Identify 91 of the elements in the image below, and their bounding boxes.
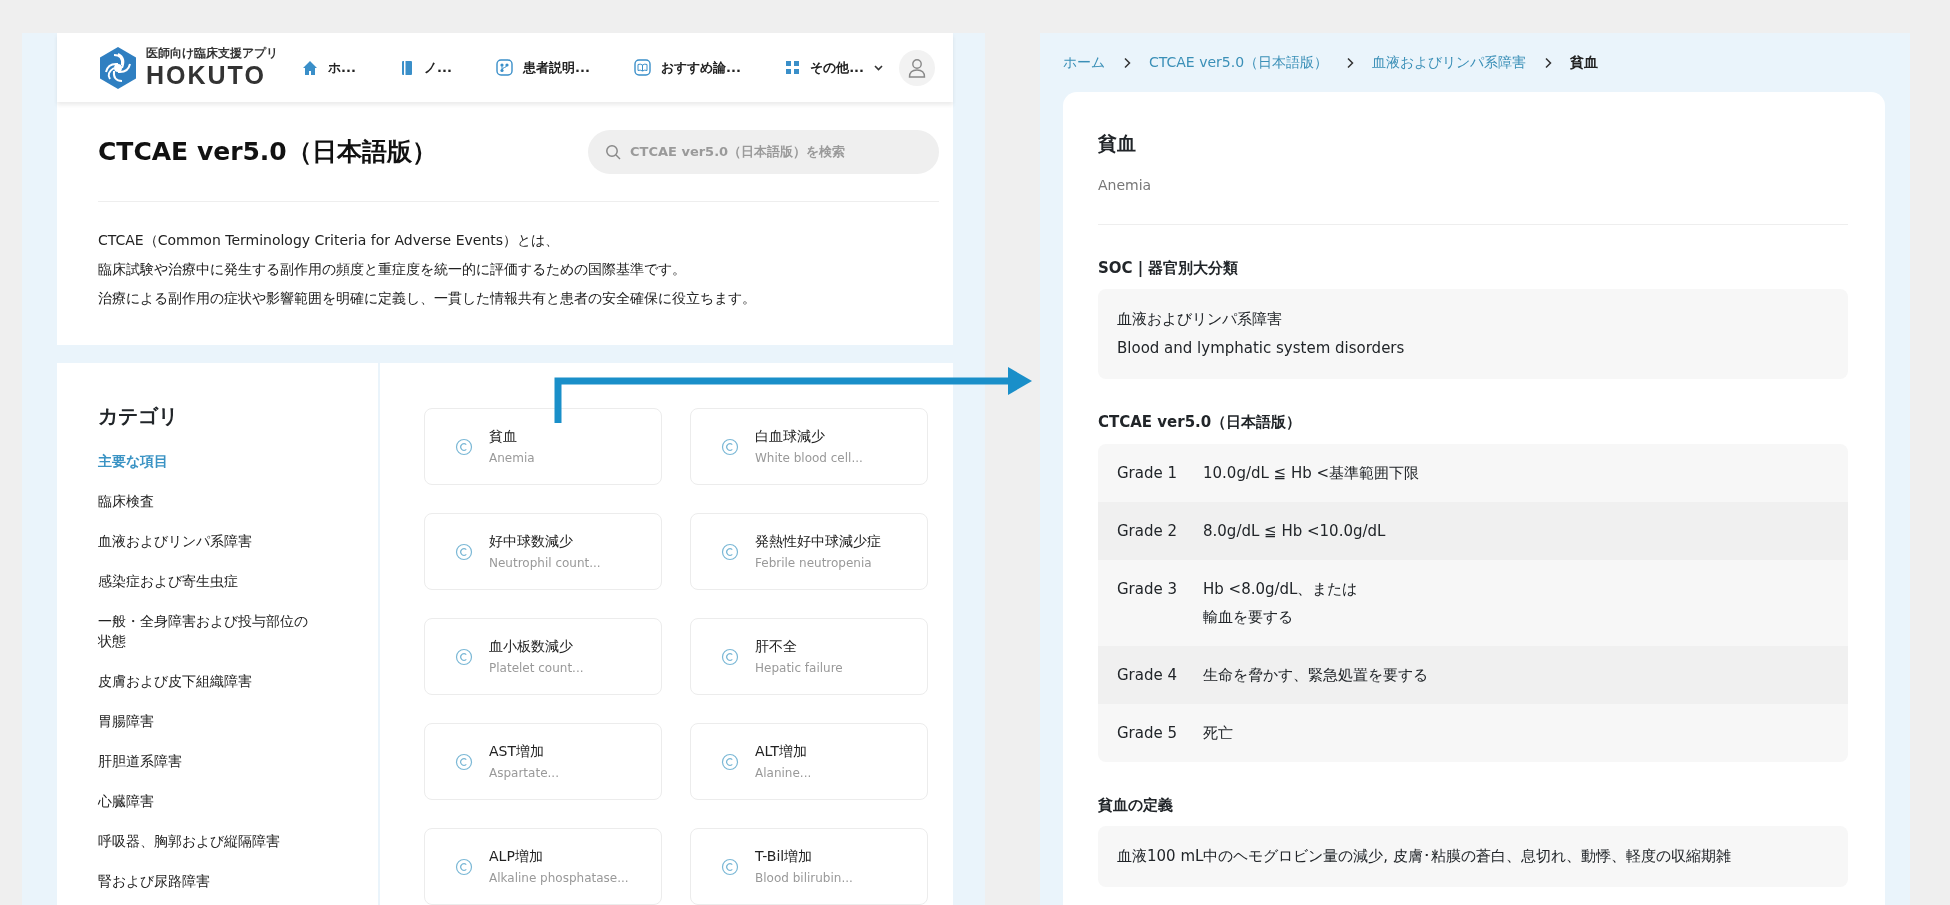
term-card[interactable]: 発熱性好中球減少症 Febrile neutropenia bbox=[690, 513, 928, 590]
grade-label: Grade 5 bbox=[1117, 722, 1179, 744]
category-item[interactable]: 感染症および寄生虫症 bbox=[98, 561, 310, 601]
circle-c-icon bbox=[455, 542, 473, 561]
card-title: 貧血 bbox=[489, 427, 518, 446]
circle-c-icon bbox=[455, 752, 473, 771]
term-card[interactable]: AST増加 Aspartate... bbox=[424, 723, 662, 800]
search-field[interactable]: CTCAE ver5.0（日本語版）を検索 bbox=[588, 129, 939, 174]
nav-link[interactable]: その他... bbox=[785, 57, 883, 78]
circle-c-icon bbox=[455, 437, 473, 456]
circle-c-icon bbox=[721, 437, 739, 456]
term-card[interactable]: T-Bil増加 Blood bilirubin... bbox=[690, 828, 928, 905]
category-item[interactable]: 皮膚および皮下組織障害 bbox=[98, 661, 310, 701]
circle-c-icon bbox=[721, 857, 739, 876]
grade-label: Grade 4 bbox=[1117, 664, 1179, 686]
term-card[interactable]: ALT増加 Alanine... bbox=[690, 723, 928, 800]
category-item[interactable]: 心臓障害 bbox=[98, 781, 310, 821]
chevron-down-icon bbox=[873, 64, 883, 71]
open-book-icon bbox=[634, 59, 652, 76]
card-subtitle: Hepatic failure bbox=[755, 660, 843, 677]
term-card[interactable]: ALP増加 Alkaline phosphatase... bbox=[424, 828, 662, 905]
term-card[interactable]: 白血球減少 White blood cell... bbox=[690, 408, 928, 485]
logo-wordmark: HOKUTO bbox=[146, 63, 267, 88]
category-item[interactable]: 胃腸障害 bbox=[98, 701, 310, 741]
card-subtitle: Blood bilirubin... bbox=[755, 870, 853, 887]
flow-icon bbox=[496, 59, 514, 76]
grade-criteria: 10.0g/dL ≦ Hb <基準範囲下限 bbox=[1203, 462, 1420, 484]
circle-c-icon bbox=[455, 857, 473, 876]
page-title: CTCAE ver5.0（日本語版） bbox=[98, 136, 437, 167]
card-title: 白血球減少 bbox=[755, 427, 826, 446]
breadcrumb-current: 貧血 bbox=[1570, 53, 1599, 72]
nav-link[interactable]: 患者説明... bbox=[496, 57, 590, 78]
circle-c-icon bbox=[721, 542, 739, 561]
category-item[interactable]: 血液およびリンパ系障害 bbox=[98, 521, 310, 561]
soc-box: 血液およびリンパ系障害 Blood and lymphatic system disorders bbox=[1098, 289, 1848, 380]
category-item[interactable]: 肝胆道系障害 bbox=[98, 741, 310, 781]
term-card[interactable]: 貧血 Anemia bbox=[424, 408, 662, 485]
card-subtitle: Febrile neutropenia bbox=[755, 555, 873, 572]
user-icon bbox=[908, 57, 926, 78]
account-button[interactable] bbox=[899, 49, 935, 86]
logo-icon bbox=[98, 45, 138, 90]
term-card[interactable]: 血小板数減少 Platelet count... bbox=[424, 618, 662, 695]
card-title: T-Bil増加 bbox=[755, 847, 814, 866]
section-heading: 貧血の定義 bbox=[1098, 794, 1174, 816]
grade-criteria: Hb <8.0g/dL、または 輸血を要する bbox=[1203, 578, 1358, 628]
category-item[interactable]: 一般・全身障害および投与部位の状態 bbox=[98, 601, 310, 661]
card-subtitle: White blood cell... bbox=[755, 450, 863, 467]
circle-c-icon bbox=[721, 752, 739, 771]
card-subtitle: Aspartate... bbox=[489, 765, 559, 782]
category-item[interactable]: 臨床検査 bbox=[98, 481, 310, 521]
sidebar-title: カテゴリ bbox=[98, 403, 179, 430]
card-title: 好中球数減少 bbox=[489, 532, 574, 551]
grade-label: Grade 3 bbox=[1117, 578, 1179, 600]
grade-label: Grade 1 bbox=[1117, 462, 1179, 484]
card-title: ALP増加 bbox=[489, 847, 544, 866]
nav-link[interactable]: ノ... bbox=[400, 57, 452, 78]
circle-c-icon bbox=[455, 647, 473, 666]
grade-criteria: 8.0g/dL ≦ Hb <10.0g/dL bbox=[1203, 520, 1386, 542]
section-heading: CTCAE ver5.0（日本語版） bbox=[1098, 412, 1303, 434]
chevron-right-icon bbox=[1123, 56, 1131, 69]
grade-label: Grade 2 bbox=[1117, 520, 1179, 542]
section-heading: SOC | 器官別大分類 bbox=[1098, 257, 1240, 279]
card-title: 血小板数減少 bbox=[489, 637, 574, 656]
book-icon bbox=[400, 59, 415, 76]
term-card[interactable]: 肝不全 Hepatic failure bbox=[690, 618, 928, 695]
card-title: ALT増加 bbox=[755, 742, 808, 761]
circle-c-icon bbox=[721, 647, 739, 666]
card-subtitle: Anemia bbox=[489, 450, 535, 467]
card-title: AST増加 bbox=[489, 742, 545, 761]
detail-subtitle: Anemia bbox=[1098, 174, 1848, 225]
home-icon bbox=[302, 59, 318, 76]
definition-text: 血液100 mL中のヘモグロビン量の減少, 皮膚･粘膜の蒼白、息切れ、動悸、軽度の収縮期雑 bbox=[1098, 826, 1848, 888]
logo-tagline: 医師向け臨床支援アプリ bbox=[146, 47, 278, 59]
nav-link[interactable]: ホ... bbox=[302, 57, 356, 78]
category-item[interactable]: 呼吸器、胸郭および縦隔障害 bbox=[98, 821, 310, 861]
category-item[interactable]: 腎および尿路障害 bbox=[98, 861, 310, 901]
description-text: CTCAE（Common Terminology Criteria for Adverse Events）とは、 臨床試験や治療中に発生する副作用の頻度と重症度を統一的に評価するための国際基準です。 治療による副作用の症状や影響範囲を明確に定義し、一貫した情報共有と患者の安全確保に役立ちます。 bbox=[98, 231, 757, 308]
card-subtitle: Alkaline phosphatase... bbox=[489, 870, 629, 887]
card-title: 肝不全 bbox=[755, 637, 798, 656]
card-title: 発熱性好中球減少症 bbox=[755, 532, 881, 551]
nav-link[interactable]: おすすめ論... bbox=[634, 57, 741, 78]
card-subtitle: Platelet count... bbox=[489, 660, 584, 677]
grade-criteria: 死亡 bbox=[1203, 722, 1233, 744]
chevron-right-icon bbox=[1544, 56, 1553, 69]
grade-criteria: 生命を脅かす、緊急処置を要する bbox=[1203, 664, 1428, 686]
card-subtitle: Neutrophil count... bbox=[489, 555, 601, 572]
grid-icon bbox=[785, 60, 801, 75]
chevron-right-icon bbox=[1346, 56, 1355, 69]
term-card[interactable]: 好中球数減少 Neutrophil count... bbox=[424, 513, 662, 590]
detail-title: 貧血 bbox=[1098, 132, 1137, 155]
card-subtitle: Alanine... bbox=[755, 765, 812, 782]
